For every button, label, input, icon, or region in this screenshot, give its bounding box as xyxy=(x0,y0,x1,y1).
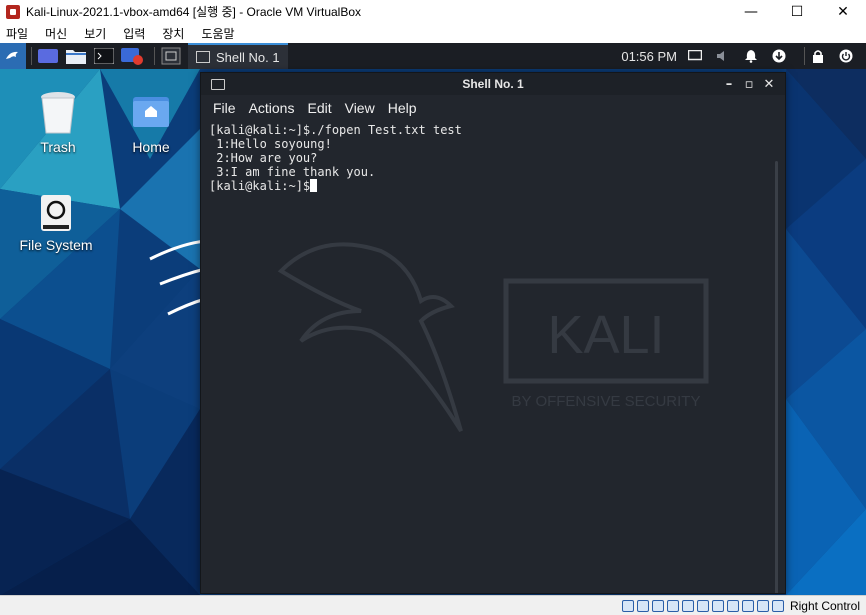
terminal-window-controls: – ▫ ✕ xyxy=(719,73,779,95)
terminal-line: [kali@kali:~]$./fopen Test.txt test xyxy=(209,123,462,137)
terminal-menubar: File Actions Edit View Help xyxy=(201,95,785,121)
desktop-icon-home[interactable]: Home xyxy=(106,91,196,155)
lock-icon[interactable] xyxy=(810,48,826,64)
host-window-controls: — ☐ ✕ xyxy=(728,0,866,23)
close-button[interactable]: ✕ xyxy=(820,0,866,23)
mouse-integration-icon[interactable] xyxy=(756,599,769,612)
terminal-output-area[interactable]: KALI BY OFFENSIVE SECURITY [kali@kali:~]… xyxy=(201,121,787,593)
panel-clock[interactable]: 01:56 PM xyxy=(621,49,677,64)
panel-separator xyxy=(804,47,805,65)
terminal-title: Shell No. 1 xyxy=(462,77,524,91)
terminal-line: 1:Hello soyoung! xyxy=(209,137,332,151)
drive-icon xyxy=(41,195,71,231)
files-icon[interactable] xyxy=(65,47,87,65)
menu-input[interactable]: 입력 xyxy=(123,25,145,42)
menu-machine[interactable]: 머신 xyxy=(45,25,67,42)
host-window-title: Kali-Linux-2021.1-vbox-amd64 [실행 중] - Or… xyxy=(26,5,362,19)
minimize-button[interactable]: — xyxy=(728,0,774,23)
terminal-prompt: [kali@kali:~]$ xyxy=(209,179,311,193)
maximize-button[interactable]: ☐ xyxy=(774,0,820,23)
host-statusbar: Right Control xyxy=(0,595,866,615)
terminal-maximize-button[interactable]: ▫ xyxy=(739,77,759,92)
terminal-icon[interactable] xyxy=(93,47,115,65)
menu-devices[interactable]: 장치 xyxy=(162,25,184,42)
terminal-menu-actions[interactable]: Actions xyxy=(249,100,295,116)
terminal-titlebar[interactable]: Shell No. 1 – ▫ ✕ xyxy=(201,73,785,95)
guest-screen[interactable]: Shell No. 1 01:56 PM Trash Home File Sys… xyxy=(0,43,866,595)
display-icon[interactable] xyxy=(687,48,703,64)
kali-top-panel: Shell No. 1 01:56 PM xyxy=(0,43,866,69)
terminal-minimize-button[interactable]: – xyxy=(719,77,739,92)
menu-help[interactable]: 도움말 xyxy=(201,25,234,42)
terminal-menu-edit[interactable]: Edit xyxy=(307,100,331,116)
menu-file[interactable]: 파일 xyxy=(6,25,28,42)
terminal-line: 3:I am fine thank you. xyxy=(209,165,376,179)
terminal-cursor xyxy=(310,179,318,192)
kali-menu-icon[interactable] xyxy=(0,43,26,69)
optical-drive-icon[interactable] xyxy=(636,599,649,612)
virtualbox-app-icon xyxy=(6,4,20,19)
taskbar-shell-label: Shell No. 1 xyxy=(216,49,280,65)
trash-icon xyxy=(41,92,75,134)
home-folder-icon xyxy=(133,97,169,127)
notification-icon[interactable] xyxy=(743,48,759,64)
desktop-icon-label: File System xyxy=(19,237,93,253)
taskbar-shell-button[interactable]: Shell No. 1 xyxy=(188,43,288,69)
terminal-line: 2:How are you? xyxy=(209,151,318,165)
kali-watermark-logo: KALI BY OFFENSIVE SECURITY xyxy=(277,242,709,433)
display-status-icon[interactable] xyxy=(711,599,724,612)
terminal-text: [kali@kali:~]$./fopen Test.txt test 1:He… xyxy=(209,123,462,193)
host-menubar: 파일 머신 보기 입력 장치 도움말 xyxy=(0,23,866,43)
volume-icon[interactable] xyxy=(715,48,731,64)
watermark-tagline: BY OFFENSIVE SECURITY xyxy=(512,393,701,410)
desktop-icon-label: Home xyxy=(132,139,170,155)
network-icon[interactable] xyxy=(666,599,679,612)
panel-status-area: 01:56 PM xyxy=(621,43,866,69)
power-icon[interactable] xyxy=(838,48,854,64)
terminal-close-button[interactable]: ✕ xyxy=(759,77,779,92)
menu-view[interactable]: 보기 xyxy=(84,25,106,42)
hard-disk-icon[interactable] xyxy=(621,599,634,612)
panel-separator xyxy=(154,47,155,65)
keyboard-capture-icon[interactable] xyxy=(771,599,784,612)
update-icon[interactable] xyxy=(771,48,787,64)
desktop-icon-label: Trash xyxy=(40,139,76,155)
browser-icon[interactable] xyxy=(121,47,143,65)
recording-icon[interactable] xyxy=(726,599,739,612)
terminal-task-icon xyxy=(196,51,210,63)
host-key-label: Right Control xyxy=(789,598,860,613)
terminal-scrollbar[interactable] xyxy=(775,161,778,593)
cpu-icon[interactable] xyxy=(741,599,754,612)
watermark-brand: KALI xyxy=(547,305,664,365)
workspace-icon[interactable] xyxy=(37,47,59,65)
terminal-prompt-line: [kali@kali:~]$ xyxy=(209,179,462,193)
shared-folder-icon[interactable] xyxy=(696,599,709,612)
terminal-window[interactable]: Shell No. 1 – ▫ ✕ File Actions Edit View… xyxy=(200,72,786,594)
audio-icon[interactable] xyxy=(651,599,664,612)
panel-separator xyxy=(31,47,32,65)
desktop-icon-filesystem[interactable]: File System xyxy=(11,193,101,253)
desktop-icon-trash[interactable]: Trash xyxy=(13,91,103,155)
window-icon[interactable] xyxy=(160,47,182,65)
usb-icon[interactable] xyxy=(681,599,694,612)
terminal-menu-file[interactable]: File xyxy=(213,100,236,116)
terminal-menu-view[interactable]: View xyxy=(345,100,375,116)
host-titlebar: Kali-Linux-2021.1-vbox-amd64 [실행 중] - Or… xyxy=(0,0,866,23)
terminal-menu-help[interactable]: Help xyxy=(388,100,417,116)
